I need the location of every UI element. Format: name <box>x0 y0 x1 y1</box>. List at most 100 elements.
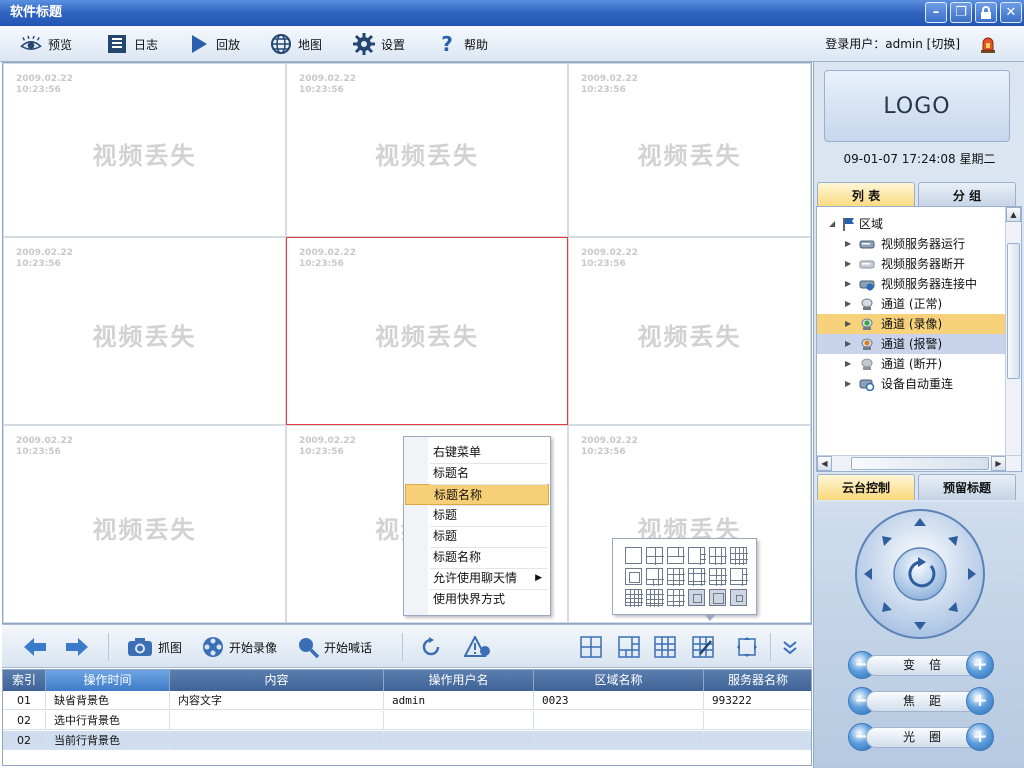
scroll-left-button[interactable]: ◀ <box>817 456 832 471</box>
layout-option-icon[interactable] <box>646 547 664 565</box>
menu-item[interactable]: 标题名 <box>405 463 549 484</box>
scroll-up-button[interactable]: ▲ <box>1006 207 1021 222</box>
tree-item[interactable]: ▶ 通道 (报警) <box>817 334 1007 354</box>
layout-option-icon[interactable] <box>667 568 685 586</box>
column-header[interactable]: 区域名称 <box>534 670 704 691</box>
login-user-text[interactable]: 登录用户：admin [切换] <box>825 26 960 62</box>
layout-3x3-button[interactable] <box>654 625 676 669</box>
layout-option-icon[interactable] <box>646 589 664 607</box>
layout-option-icon[interactable] <box>730 568 748 586</box>
talk-button[interactable]: 开始喊话 <box>296 625 372 669</box>
menu-item[interactable]: 标题 <box>405 526 549 547</box>
focus-plus-button[interactable]: + <box>966 687 994 715</box>
close-button[interactable]: ✕ <box>1000 2 1022 23</box>
layout-1plus5-button[interactable] <box>618 625 640 669</box>
layout-option-icon[interactable] <box>709 589 726 606</box>
layout-option-icon[interactable] <box>646 568 664 586</box>
layout-custom-button[interactable] <box>692 625 714 669</box>
toolbar-log[interactable]: 日志 <box>106 26 158 62</box>
layout-option-icon[interactable] <box>709 547 727 565</box>
column-header[interactable]: 索引 <box>3 670 46 691</box>
video-cell[interactable]: 2009.02.22 10:23:56 视频丢失 <box>286 237 568 425</box>
expand-arrow-icon[interactable]: ▶ <box>845 374 851 394</box>
tree-item[interactable]: ▶ 通道 (录像) <box>817 314 1007 334</box>
refresh-button[interactable] <box>420 625 442 669</box>
table-row[interactable]: 01 缺省背景色 内容文字 admin 0023 993222 <box>3 691 811 710</box>
layout-option-icon[interactable] <box>667 589 685 607</box>
menu-item[interactable]: 标题名称 <box>405 547 549 568</box>
menu-item[interactable]: 使用快界方式 <box>405 589 549 610</box>
fullscreen-button[interactable] <box>736 625 758 669</box>
horizontal-scrollbar[interactable]: ◀ ▶ <box>817 455 1021 471</box>
collapse-button[interactable] <box>782 625 798 669</box>
tab-list[interactable]: 列 表 <box>817 182 915 208</box>
iris-plus-button[interactable]: + <box>966 723 994 751</box>
tab-reserved[interactable]: 预留标题 <box>918 474 1016 500</box>
tree-item[interactable]: ▶ 视频服务器运行 <box>817 234 1007 254</box>
tab-group[interactable]: 分 组 <box>918 182 1016 208</box>
expand-arrow-icon[interactable]: ▶ <box>845 354 851 374</box>
expand-arrow-icon[interactable]: ▶ <box>845 294 851 314</box>
menu-item[interactable]: 标题 <box>405 505 549 526</box>
expand-arrow-icon[interactable]: ◢ <box>829 214 835 234</box>
video-cell[interactable]: 2009.02.22 10:23:56 视频丢失 <box>286 63 568 237</box>
expand-arrow-icon[interactable]: ▶ <box>845 274 851 294</box>
tree-item[interactable]: ▶ 设备自动重连 <box>817 374 1007 394</box>
column-header[interactable]: 内容 <box>170 670 384 691</box>
restore-button[interactable]: ❐ <box>950 2 972 23</box>
expand-arrow-icon[interactable]: ▶ <box>845 334 851 354</box>
video-cell[interactable]: 2009.02.22 10:23:56 视频丢失 <box>3 63 286 237</box>
video-cell[interactable]: 2009.02.22 10:23:56 视频丢失 <box>568 237 811 425</box>
scroll-right-button[interactable]: ▶ <box>991 456 1006 471</box>
table-row[interactable]: 02 选中行背景色 <box>3 711 811 730</box>
layout-option-icon[interactable] <box>730 547 748 565</box>
minimize-button[interactable]: – <box>925 2 947 23</box>
toolbar-playback[interactable]: 回放 <box>188 26 240 62</box>
tree-item[interactable]: ▶ 通道 (断开) <box>817 354 1007 374</box>
menu-item[interactable]: 右键菜单 <box>405 442 549 463</box>
toolbar-preview[interactable]: 预览 <box>20 26 72 62</box>
toolbar-map[interactable]: 地图 <box>270 26 322 62</box>
forward-button[interactable] <box>64 625 90 669</box>
layout-option-icon[interactable] <box>625 589 643 607</box>
menu-item[interactable]: 允许使用聊天情 <box>405 568 549 589</box>
layout-option-icon[interactable] <box>688 589 705 606</box>
menu-item[interactable]: 标题名称 <box>405 484 549 505</box>
layout-option-icon[interactable] <box>730 589 747 606</box>
video-cell[interactable]: 2009.02.22 10:23:56 视频丢失 <box>3 425 286 623</box>
layout-option-icon[interactable] <box>688 568 706 586</box>
tree-item[interactable]: ▶ 通道 (正常) <box>817 294 1007 314</box>
expand-arrow-icon[interactable]: ▶ <box>845 314 851 334</box>
expand-arrow-icon[interactable]: ▶ <box>845 234 851 254</box>
vertical-scrollbar[interactable]: ▲ <box>1005 207 1021 455</box>
ptz-direction-dial[interactable] <box>854 508 986 640</box>
layout-option-icon[interactable] <box>688 547 706 565</box>
video-cell[interactable]: 2009.02.22 10:23:56 视频丢失 <box>568 63 811 237</box>
tree-item[interactable]: ▶ 视频服务器断开 <box>817 254 1007 274</box>
column-header[interactable]: 操作时间 <box>46 670 170 691</box>
alert-settings-button[interactable] <box>464 625 492 669</box>
zoom-in-button[interactable]: + <box>966 651 994 679</box>
table-row[interactable]: 02 当前行背景色 <box>3 731 811 750</box>
layout-option-icon[interactable] <box>625 547 642 564</box>
toolbar-help[interactable]: ? 帮助 <box>436 26 488 62</box>
toolbar-settings[interactable]: 设置 <box>353 26 405 62</box>
scroll-thumb[interactable] <box>851 457 989 470</box>
capture-button[interactable]: 抓图 <box>126 625 182 669</box>
layout-option-icon[interactable] <box>667 547 685 564</box>
video-cell[interactable]: 2009.02.22 10:23:56 视频丢失 <box>3 237 286 425</box>
tab-ptz-control[interactable]: 云台控制 <box>817 474 915 500</box>
column-header[interactable]: 操作用户名 <box>384 670 534 691</box>
layout-2x2-button[interactable] <box>580 625 602 669</box>
tree-item[interactable]: ▶ 视频服务器连接中 <box>817 274 1007 294</box>
column-header[interactable]: 服务器名称 <box>704 670 811 691</box>
expand-arrow-icon[interactable]: ▶ <box>845 254 851 274</box>
tree-root[interactable]: ◢ 区域 <box>817 214 1007 234</box>
record-button[interactable]: 开始录像 <box>201 625 277 669</box>
scroll-thumb[interactable] <box>1007 243 1020 379</box>
alarm-light-icon[interactable] <box>978 34 998 54</box>
lock-button[interactable] <box>975 2 997 23</box>
back-button[interactable] <box>22 625 48 669</box>
layout-option-icon[interactable] <box>709 568 727 586</box>
layout-option-icon[interactable] <box>625 568 642 585</box>
